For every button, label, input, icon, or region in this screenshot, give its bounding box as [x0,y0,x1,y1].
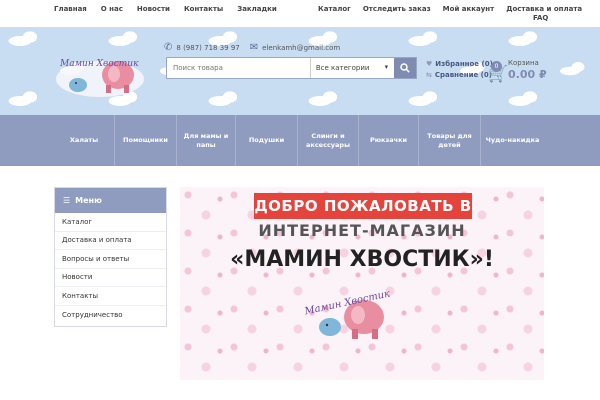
nav-item-slings[interactable]: Слинги и аксессуары [298,115,359,166]
nav-item-pillows[interactable]: Подушки [236,115,298,166]
top-nav-right: Каталог Отследить заказ Мой аккаунт Дост… [318,5,594,13]
favorites-label: Избранное (0) [435,60,493,68]
search-icon [400,63,410,73]
top-bar: Главная О нас Новости Контакты Закладки … [0,0,600,27]
sidebar-menu: ☰ Меню Каталог Доставка и оплата Вопросы… [54,187,167,327]
banner-welcome-text: ДОБРО ПОЖАЛОВАТЬ В [254,193,472,219]
nav-item-for-parents[interactable]: Для мамы и папы [177,115,236,166]
sidebar-item-news[interactable]: Новости [55,269,166,287]
sidebar-item-contacts[interactable]: Контакты [55,287,166,306]
top-link-my-account[interactable]: Мой аккаунт [443,5,495,13]
compare-label: Сравнение (0) [434,71,492,79]
cart-count-badge: 0 [491,61,502,72]
header-contacts: ✆ 8 (987) 718 39 97 ✉ elenkamh@gmail.com [164,42,340,53]
nav-item-helpers[interactable]: Помощники [115,115,177,166]
email-address[interactable]: elenkamh@gmail.com [262,44,340,52]
nav-item-backpacks[interactable]: Рюкзачки [359,115,419,166]
main-navigation: Халаты Помощники Для мамы и папы Подушки… [0,115,600,166]
mail-icon: ✉ [249,42,259,53]
top-link-track-order[interactable]: Отследить заказ [363,5,431,13]
logo-text: Мамин Хвостик [59,59,139,69]
top-nav-left: Главная О нас Новости Контакты Закладки [54,5,291,13]
category-select-value: Все категории [315,64,370,72]
sidebar-title: Меню [75,196,102,205]
phone-number[interactable]: 8 (987) 718 39 97 [176,44,239,52]
top-link-catalog[interactable]: Каталог [318,5,351,13]
cart-label: Корзина [508,59,539,67]
chevron-down-icon: ▾ [384,63,389,71]
cart-widget[interactable]: 🛒 0 Корзина 0.00 ₽ [488,58,548,84]
search-input[interactable] [167,58,311,78]
top-link-bookmarks[interactable]: Закладки [237,5,277,13]
top-link-about[interactable]: О нас [101,5,123,13]
compare-icon: ⇆ [426,71,432,79]
site-logo[interactable]: Мамин Хвостик [54,49,146,99]
cart-total: 0.00 ₽ [508,68,547,81]
compare-link[interactable]: ⇆ Сравнение (0) [426,70,493,81]
welcome-banner[interactable]: ДОБРО ПОЖАЛОВАТЬ В ИНТЕРНЕТ-МАГАЗИН «МАМ… [180,187,544,380]
sidebar-item-faq[interactable]: Вопросы и ответы [55,250,166,269]
nav-item-kids-goods[interactable]: Товары для детей [419,115,481,166]
phone-icon: ✆ [164,42,173,53]
nav-item-miracle-cape[interactable]: Чудо-накидка [481,115,544,166]
site-header: Мамин Хвостик ✆ 8 (987) 718 39 97 ✉ elen… [0,27,600,115]
sidebar-item-delivery[interactable]: Доставка и оплата [55,232,166,250]
top-link-home[interactable]: Главная [54,5,87,13]
banner-logo: Мамин Хвостик [303,288,391,339]
sidebar-header[interactable]: ☰ Меню [55,188,166,213]
banner-brand-title: «МАМИН ХВОСТИК»! [230,247,494,272]
nav-item-robes[interactable]: Халаты [54,115,115,166]
category-select[interactable]: Все категории ▾ [311,58,394,78]
search-button[interactable] [394,58,416,78]
heart-icon: ♥ [426,60,433,68]
top-link-contacts[interactable]: Контакты [184,5,223,13]
top-link-news[interactable]: Новости [137,5,170,13]
list-icon: ☰ [63,196,71,205]
search-bar: Все категории ▾ [166,57,417,79]
sidebar-item-catalog[interactable]: Каталог [55,213,166,232]
favorites-link[interactable]: ♥ Избранное (0) [426,59,493,70]
banner-subtitle: ИНТЕРНЕТ-МАГАЗИН [258,221,466,240]
top-link-delivery[interactable]: Доставка и оплата [506,5,582,13]
wishlist-compare: ♥ Избранное (0) ⇆ Сравнение (0) [426,59,493,81]
sidebar-item-cooperation[interactable]: Сотрудничество [55,306,166,325]
top-link-faq[interactable]: FAQ [533,14,548,22]
